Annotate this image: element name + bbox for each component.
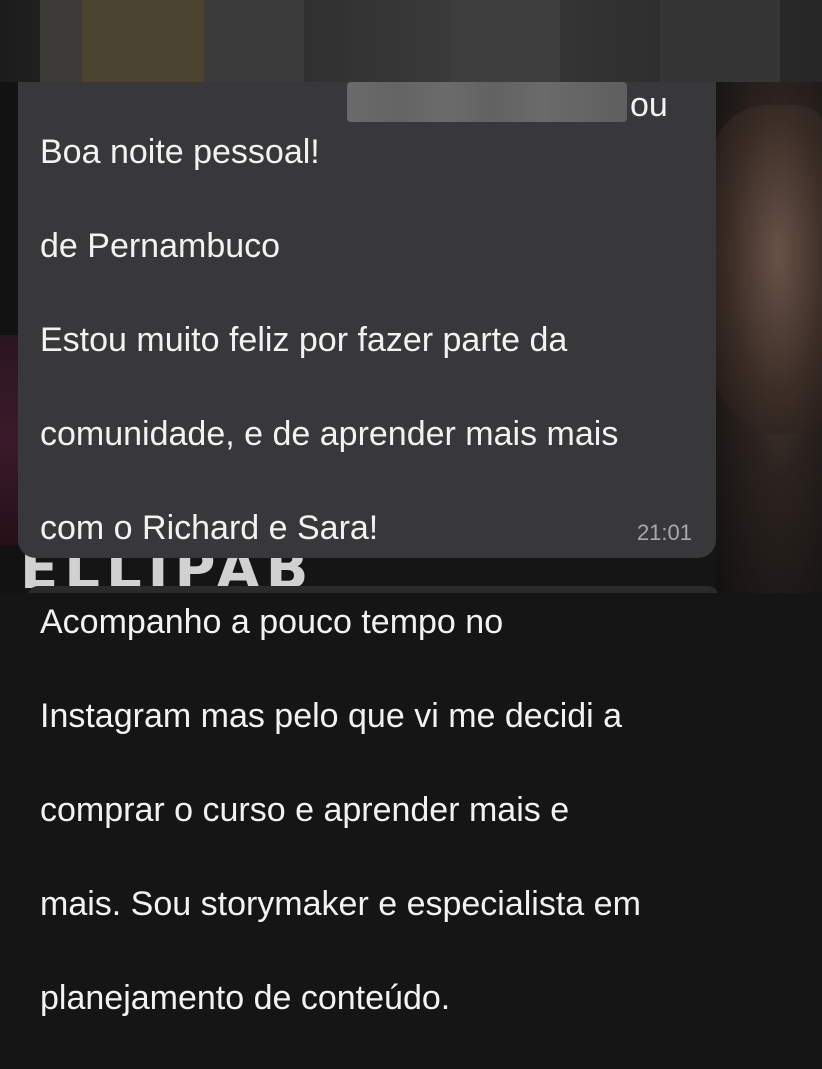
message-line: Estou muito feliz por fazer parte da (40, 321, 568, 359)
top-blur-block (204, 0, 304, 82)
message-bubble[interactable]: Boa noite pessoal! de Pernambuco Estou m… (18, 82, 716, 1017)
message-timestamp: 21:01 (636, 520, 692, 545)
top-blur-block (450, 0, 560, 82)
message-line: Instagram mas pelo que vi me decidi a (40, 697, 623, 735)
message-line: de Pernambuco (40, 227, 281, 265)
message-line: comprar o curso e aprender mais e (40, 791, 570, 829)
top-blur-block (82, 0, 204, 82)
top-blur-block (40, 0, 82, 82)
message-line: Boa noite pessoal! (40, 133, 320, 171)
message-line: com o Richard e Sara! (40, 509, 379, 547)
message-text: Boa noite pessoal! de Pernambuco Estou m… (40, 82, 700, 1069)
top-blur-block (660, 0, 780, 82)
message-line: planejamento de conteúdo. (40, 979, 451, 1017)
redacted-text-tail: ou (630, 86, 668, 124)
background-person-photo (712, 105, 822, 435)
message-line: mais. Sou storymaker e especialista em (40, 885, 641, 923)
message-line: Acompanho a pouco tempo no (40, 603, 504, 641)
message-line: comunidade, e de aprender mais mais (40, 415, 619, 453)
redacted-text (347, 82, 627, 122)
